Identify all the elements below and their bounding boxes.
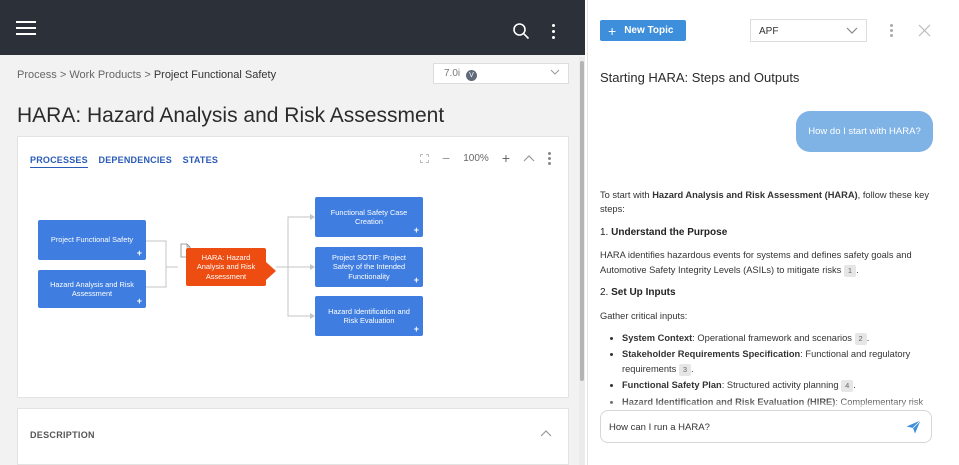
knowledge-source-select[interactable]: APF [750,19,867,42]
item-text: : Complementary risk [835,396,924,407]
chevron-down-icon [846,27,858,34]
citation[interactable]: 1 [843,264,857,277]
citation[interactable]: 3 [678,363,692,376]
step-2-text: Gather critical inputs: [600,310,688,321]
chat-input[interactable] [609,419,899,435]
page-title: HARA: Hazard Analysis and Risk Assessmen… [17,104,445,127]
chevron-up-icon[interactable] [540,429,552,437]
node-hazard-analysis-input[interactable]: Hazard Analysis and Risk Assessment + [38,270,146,308]
node-hazard-identification[interactable]: Hazard Identification and Risk Evaluatio… [315,296,423,336]
step-1-heading: 1. Understand the Purpose [600,225,935,241]
version-value: 7.0i [444,68,461,79]
plus-icon: + [608,22,617,39]
diagram-card: PROCESSES DEPENDENCIES STATES − 100% + P… [17,136,569,398]
breadcrumb: Process > Work Products > Project Functi… [17,69,276,81]
item-label: Functional Safety Plan [622,380,722,391]
panel-more-icon[interactable] [890,24,894,38]
expand-node-icon[interactable]: + [137,248,142,259]
breadcrumb-separator: > [144,69,151,81]
node-label: Hazard Identification and Risk Evaluatio… [328,306,410,325]
app-main: Process > Work Products > Project Functi… [0,0,585,465]
breadcrumb-work-products[interactable]: Work Products [69,69,141,81]
node-project-sotif[interactable]: Project SOTIF: Project Safety of the Int… [315,247,423,287]
version-badge: V [465,70,477,81]
description-title: DESCRIPTION [30,430,95,440]
scrollbar[interactable] [579,57,585,465]
kebab-icon[interactable] [550,22,558,40]
node-project-functional-safety[interactable]: Project Functional Safety + [38,220,146,260]
assistant-answer: To start with Hazard Analysis and Risk A… [600,188,935,410]
node-label: Project SOTIF: Project Safety of the Int… [332,253,406,281]
breadcrumb-process[interactable]: Process [17,69,57,81]
list-item: System Context: Operational framework an… [622,331,935,346]
citation[interactable]: 2 [854,333,867,346]
node-label: Project Functional Safety [50,235,134,245]
expand-node-icon[interactable]: + [414,225,419,236]
input-list: System Context: Operational framework an… [622,331,935,409]
top-bar [0,0,585,55]
breadcrumb-bar: Process > Work Products > Project Functi… [0,55,585,95]
list-item: Hazard Identification and Risk Evaluatio… [622,395,935,409]
select-value: APF [759,26,779,37]
intro-text: To start with [600,190,653,200]
breadcrumb-current: Project Functional Safety [153,69,277,81]
citation[interactable]: 4 [841,380,854,393]
send-icon[interactable] [906,420,921,434]
step-title: Understand the Purpose [611,226,728,238]
hamburger-icon[interactable] [16,21,36,35]
new-topic-label: New Topic [624,25,674,36]
expand-node-icon[interactable]: + [137,296,142,307]
item-label: System Context [622,333,693,344]
chevron-down-icon [550,69,560,75]
list-item: Functional Safety Plan: Structured activ… [622,378,935,393]
step-number: 1. [600,226,612,238]
new-topic-button[interactable]: + New Topic [600,20,686,41]
answer-intro: To start with Hazard Analysis and Risk A… [600,188,935,217]
user-message: How do I start with HARA? [796,111,933,152]
close-icon[interactable] [918,24,931,37]
breadcrumb-separator: > [59,69,67,81]
node-label: Functional Safety Case Creation [330,207,408,226]
step-1-text: HARA identifies hazardous events for sys… [600,250,912,277]
item-label: Hazard Identification and Risk Evaluatio… [622,396,836,407]
node-label: Hazard Analysis and Risk Assessment [50,279,134,298]
step-text: HARA identifies hazardous events for sys… [600,250,912,275]
step-2-heading: 2. Set Up Inputs [600,285,935,301]
version-select[interactable]: 7.0i V [433,63,569,84]
node-hara-current[interactable]: HARA: Hazard Analysis and Risk Assessmen… [186,248,276,286]
chat-title: Starting HARA: Steps and Outputs [600,70,800,85]
intro-bold: Hazard Analysis and Risk Assessment (HAR… [652,190,858,200]
scrollbar-thumb[interactable] [580,61,584,381]
item-label: Stakeholder Requirements Specification [622,349,801,360]
node-functional-safety-case[interactable]: Functional Safety Case Creation + [315,197,423,237]
diagram-connectors [146,214,315,319]
expand-node-icon[interactable]: + [414,324,419,335]
item-text: : Structured activity planning [721,380,839,391]
step-number: 2. [600,287,612,299]
chat-input-box[interactable] [600,410,932,443]
assistant-panel: + New Topic APF Starting HARA: Steps and… [587,0,959,465]
expand-node-icon[interactable]: + [414,275,419,286]
answer-viewport: To start with Hazard Analysis and Risk A… [588,188,959,410]
list-item: Stakeholder Requirements Specification: … [622,347,935,376]
item-text: : Operational framework and scenarios [692,333,852,344]
node-label: HARA: Hazard Analysis and Risk Assessmen… [196,253,256,281]
search-icon[interactable] [512,22,530,40]
description-section: DESCRIPTION [17,408,569,465]
step-title: Set Up Inputs [611,287,676,299]
